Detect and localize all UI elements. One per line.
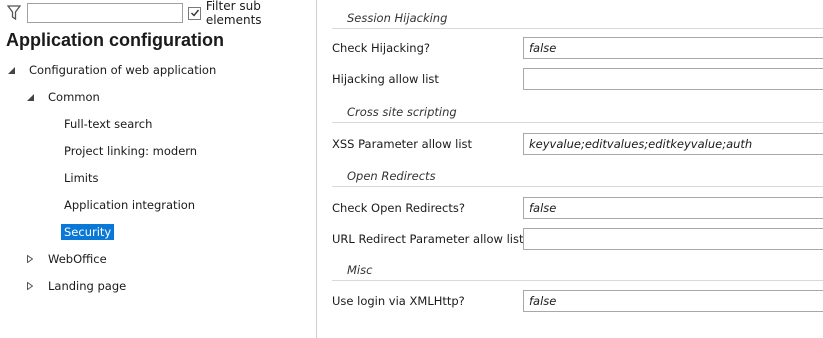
section-title: Cross site scripting bbox=[347, 105, 457, 119]
hijacking-allow-list-label: Hijacking allow list bbox=[332, 72, 439, 86]
url-redirect-allow-list-field[interactable] bbox=[523, 228, 823, 250]
settings-pane: Session Hijacking Check Hijacking? false… bbox=[317, 0, 823, 338]
section-title: Open Redirects bbox=[347, 169, 436, 183]
check-open-redirects-field[interactable]: false bbox=[523, 197, 823, 219]
section-header-session-hijacking: Session Hijacking bbox=[332, 8, 823, 29]
tree-item-project-linking-modern[interactable]: Project linking: modern bbox=[61, 142, 200, 160]
tree-expanded-icon[interactable] bbox=[6, 66, 16, 74]
filter-input[interactable] bbox=[27, 3, 184, 23]
hijacking-allow-list-field[interactable] bbox=[523, 68, 823, 90]
tree-item-label: Landing page bbox=[48, 279, 127, 293]
url-redirect-allow-list-label: URL Redirect Parameter allow list bbox=[332, 232, 524, 246]
tree-item-application-integration[interactable]: Application integration bbox=[61, 196, 198, 214]
tree-item-label: Common bbox=[48, 90, 100, 104]
tree-expanded-icon[interactable] bbox=[25, 93, 35, 101]
page-title: Application configuration bbox=[6, 30, 224, 50]
use-login-xmlhttp-label: Use login via XMLHttp? bbox=[332, 294, 465, 308]
navigation-pane: Filter sub elements Application configur… bbox=[0, 0, 316, 338]
use-login-xmlhttp-field[interactable]: false bbox=[523, 290, 823, 312]
check-hijacking-field[interactable]: false bbox=[523, 37, 823, 59]
tree-item-limits[interactable]: Limits bbox=[61, 169, 102, 187]
tree-item-label: Project linking: modern bbox=[64, 144, 198, 158]
section-title: Session Hijacking bbox=[347, 11, 448, 25]
tree-item-label: Full-text search bbox=[64, 117, 153, 131]
tree-item-label: Security bbox=[61, 224, 115, 240]
tree-item-common[interactable]: Common bbox=[25, 88, 103, 106]
tree-item-label: WebOffice bbox=[48, 252, 107, 266]
tree-collapsed-icon[interactable] bbox=[25, 282, 35, 290]
tree-item-configuration-of-web-application[interactable]: Configuration of web application bbox=[6, 61, 219, 79]
tree-item-weboffice[interactable]: WebOffice bbox=[25, 250, 110, 268]
xss-allow-list-field[interactable]: keyvalue;editvalues;editkeyvalue;auth bbox=[523, 133, 823, 155]
check-hijacking-label: Check Hijacking? bbox=[332, 41, 430, 55]
tree-item-label: Limits bbox=[64, 171, 99, 185]
xss-allow-list-label: XSS Parameter allow list bbox=[332, 137, 473, 151]
check-open-redirects-label: Check Open Redirects? bbox=[332, 201, 465, 215]
tree-item-label: Configuration of web application bbox=[29, 63, 217, 77]
section-title: Misc bbox=[347, 263, 373, 277]
tree-collapsed-icon[interactable] bbox=[25, 255, 35, 263]
filter-row: Filter sub elements bbox=[4, 0, 316, 27]
tree-item-security[interactable]: Security bbox=[61, 223, 115, 241]
filter-funnel-icon[interactable] bbox=[4, 4, 23, 22]
section-header-open-redirects: Open Redirects bbox=[332, 166, 823, 187]
filter-sub-elements-label: Filter sub elements bbox=[205, 0, 262, 27]
section-header-cross-site-scripting: Cross site scripting bbox=[332, 102, 823, 123]
filter-sub-elements-checkbox[interactable] bbox=[188, 6, 201, 20]
tree-item-label: Application integration bbox=[64, 198, 196, 212]
tree-item-full-text-search[interactable]: Full-text search bbox=[61, 115, 155, 133]
section-header-misc: Misc bbox=[332, 260, 823, 281]
tree-item-landing-page[interactable]: Landing page bbox=[25, 277, 129, 295]
